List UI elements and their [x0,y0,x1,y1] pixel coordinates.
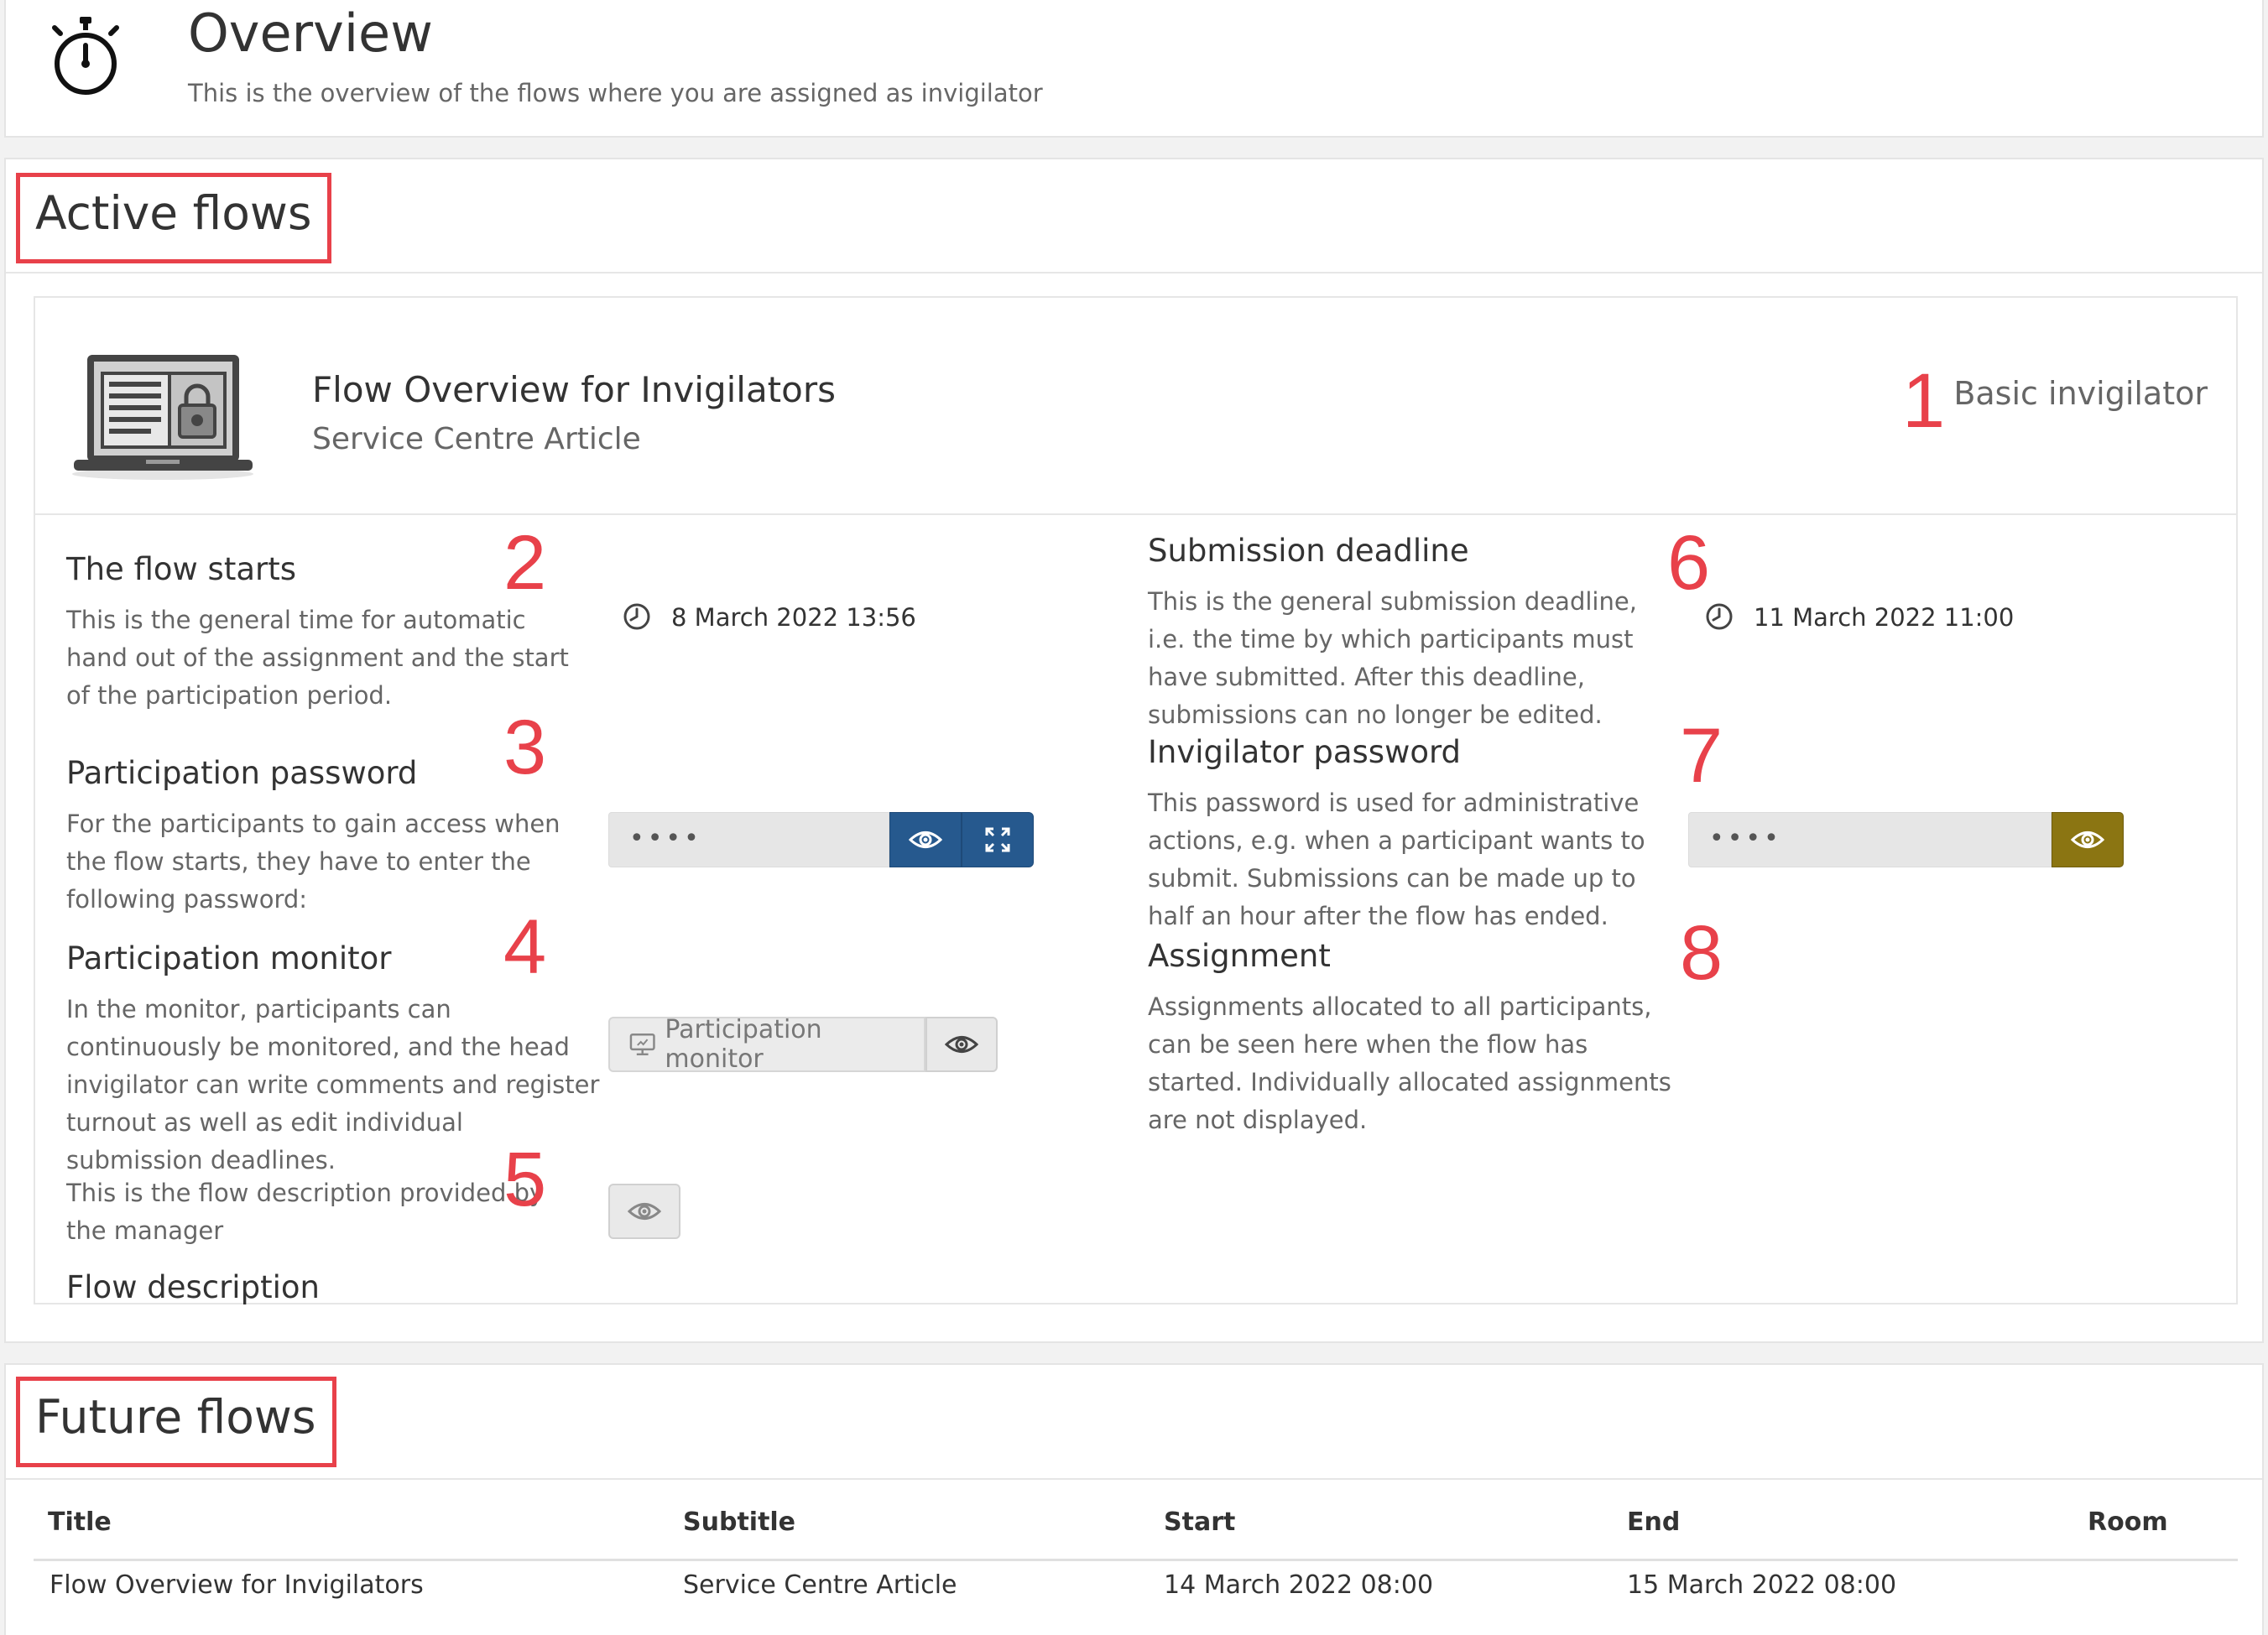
submission-deadline-value: 11 March 2022 11:00 [1754,603,2015,632]
highlight-box [16,173,331,263]
divider [6,1478,2262,1480]
show-invigilator-password-button[interactable] [2052,812,2124,867]
column-header-title[interactable]: Title [48,1507,112,1537]
submission-deadline-title: Submission deadline [1148,533,1469,569]
row-title: Flow Overview for Invigilators [50,1570,424,1600]
row-start: 14 March 2022 08:00 [1164,1570,1434,1600]
fullscreen-password-button[interactable] [962,812,1034,867]
row-subtitle: Service Centre Article [683,1570,957,1600]
page-header: Overview This is the overview of the flo… [4,0,2264,138]
view-description-button[interactable] [608,1184,680,1239]
column-header-end[interactable]: End [1627,1507,1680,1537]
annotation-number: 7 [1680,713,1723,799]
flow-title: Flow Overview for Invigilators [312,369,836,410]
clock-icon [1706,603,1733,630]
view-monitor-button[interactable] [925,1017,998,1072]
column-header-room[interactable]: Room [2088,1507,2168,1537]
participation-monitor-title: Participation monitor [66,940,392,976]
flow-starts-description: This is the general time for automatic h… [66,606,569,710]
submission-deadline-time: 11 March 2022 11:00 [1705,603,2014,633]
page-title: Overview [188,3,433,64]
participation-password-field[interactable]: •••• [608,812,889,867]
flow-start-time: 8 March 2022 13:56 [623,603,916,633]
flow-start-value: 8 March 2022 13:56 [671,603,916,632]
show-password-button[interactable] [889,812,962,867]
eye-icon [909,831,942,848]
laptop-lock-icon [72,355,253,480]
divider [35,513,2236,515]
eye-icon [628,1203,661,1220]
annotation-number: 4 [503,904,547,990]
invigilator-password-title: Invigilator password [1148,734,1462,770]
assignment-description: Assignments allocated to all participant… [1148,992,1671,1134]
stopwatch-icon [52,17,119,95]
flow-subtitle: Service Centre Article [312,422,641,456]
annotation-number: 8 [1680,910,1723,996]
eye-icon [945,1036,978,1053]
invigilator-password-description: This password is used for administrative… [1148,789,1645,930]
expand-icon [985,827,1010,852]
participation-monitor-button[interactable]: Participation monitor [608,1015,925,1074]
annotation-number: 6 [1667,520,1711,606]
active-flows-section: Active flows Flow Overview for Invigilat… [4,158,2264,1343]
flow-description-title: Flow description [66,1269,320,1305]
flow-card: Flow Overview for Invigilators Service C… [34,296,2238,1305]
flow-description-text: This is the flow description provided by… [66,1179,545,1245]
submission-deadline-description: This is the general submission deadline,… [1148,587,1637,729]
future-flows-section: Future flows Title Subtitle Start End Ro… [4,1363,2264,1635]
participation-password-description: For the participants to gain access when… [66,810,560,914]
participation-monitor-label: Participation monitor [665,1015,822,1074]
annotation-number: 1 [1902,358,1946,444]
column-header-subtitle[interactable]: Subtitle [683,1507,795,1537]
divider [6,272,2262,273]
column-header-start[interactable]: Start [1164,1507,1235,1537]
invigilator-role: Basic invigilator [1953,375,2208,412]
eye-icon [2071,831,2104,848]
monitor-icon [629,1033,655,1056]
flow-starts-title: The flow starts [66,551,296,587]
annotation-number: 3 [503,705,547,790]
participation-password-title: Participation password [66,755,418,791]
invigilator-password-field[interactable]: •••• [1688,812,2052,867]
annotation-number: 2 [503,520,547,606]
annotation-number: 5 [503,1137,547,1222]
row-end: 15 March 2022 08:00 [1627,1570,1897,1600]
page-subtitle: This is the overview of the flows where … [188,79,1043,107]
highlight-box [16,1377,336,1467]
assignment-title: Assignment [1148,938,1331,974]
clock-icon [623,603,650,630]
table-header-divider [34,1559,2238,1561]
